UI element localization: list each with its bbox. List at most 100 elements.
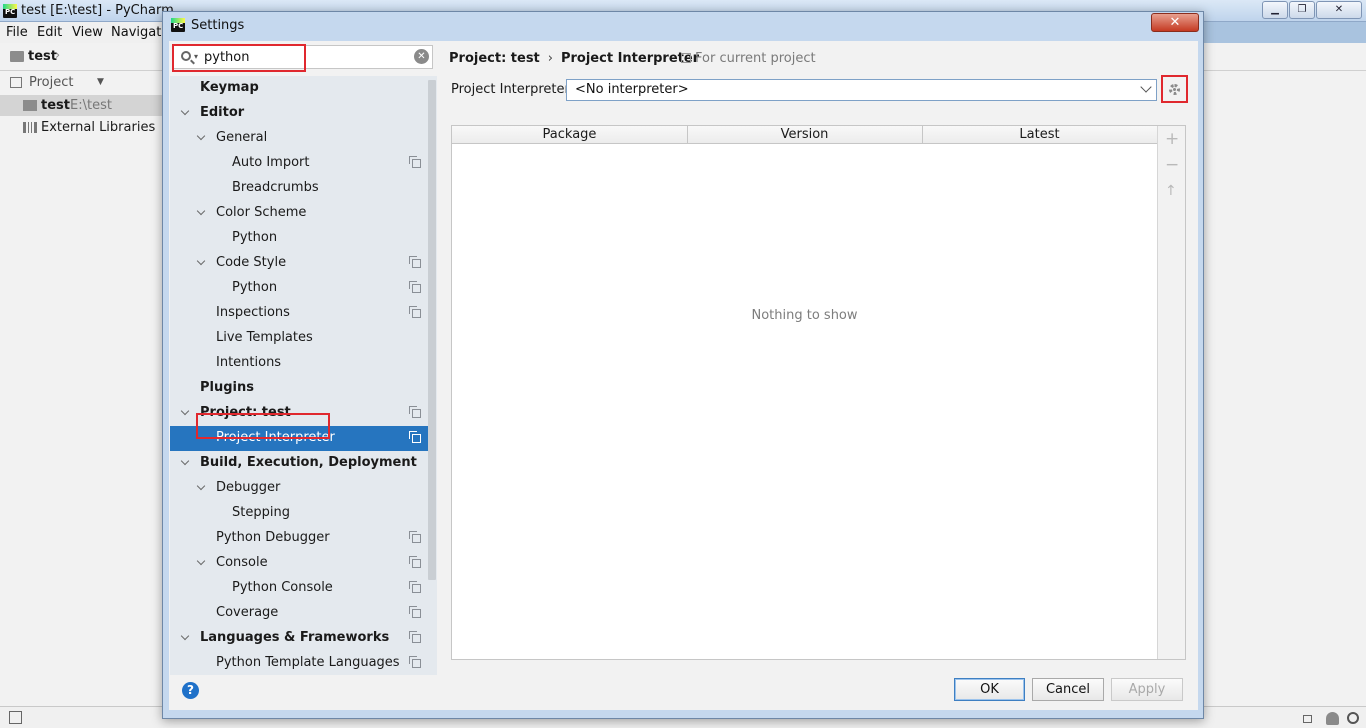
project-tree-name: External Libraries	[41, 120, 156, 135]
chevron-down-icon[interactable]	[197, 208, 206, 217]
project-level-settings-icon	[409, 431, 421, 443]
tree-item-label: Stepping	[232, 505, 290, 520]
minimize-button[interactable]: ▁	[1262, 1, 1288, 19]
tree-item-label: Python	[232, 280, 278, 295]
tree-item[interactable]: Console	[170, 551, 428, 576]
project-level-settings-icon	[409, 631, 421, 643]
chevron-down-icon[interactable]	[197, 133, 206, 142]
menu-view[interactable]: View	[72, 25, 103, 40]
tree-item[interactable]: Python Console	[170, 576, 428, 601]
apply-button[interactable]: Apply	[1111, 678, 1183, 701]
tree-item[interactable]: Python	[170, 276, 428, 301]
tree-item[interactable]: Keymap	[170, 76, 428, 101]
restore-button[interactable]: ❐	[1289, 1, 1315, 19]
project-level-settings-icon	[409, 406, 421, 418]
cancel-button[interactable]: Cancel	[1032, 678, 1104, 701]
packages-table-header: Package Version Latest	[452, 126, 1157, 144]
tree-item[interactable]: Stepping	[170, 501, 428, 526]
folder-icon	[23, 100, 37, 111]
project-level-settings-icon	[409, 581, 421, 593]
menu-navigate[interactable]: Navigate	[111, 25, 169, 40]
tree-item-label: Inspections	[216, 305, 290, 320]
tree-item[interactable]: Languages & Frameworks	[170, 626, 428, 651]
chevron-down-icon[interactable]: ▼	[97, 77, 104, 87]
tree-item[interactable]: Build, Execution, Deployment	[170, 451, 428, 476]
lock-icon[interactable]	[1303, 715, 1312, 723]
chevron-down-icon[interactable]	[181, 408, 190, 417]
tree-item[interactable]: Debugger	[170, 476, 428, 501]
project-tool-window: Project ▼ test E:\test External Librarie…	[0, 71, 163, 706]
tree-item-label: Languages & Frameworks	[200, 630, 390, 645]
tree-item[interactable]: Plugins	[170, 376, 428, 401]
inspector-icon[interactable]	[1326, 712, 1339, 725]
tree-item[interactable]: Python Template Languages	[170, 651, 428, 675]
settings-tree: Python Template Languages Languages & Fra…	[170, 76, 437, 675]
project-tree-name: test	[41, 98, 70, 113]
tree-item[interactable]: Python	[170, 226, 428, 251]
chevron-down-icon[interactable]	[197, 258, 206, 267]
tree-item[interactable]: Color Scheme	[170, 201, 428, 226]
selected-item-highlight-box	[196, 413, 330, 439]
main-window-title: test [E:\test] - PyCharm	[21, 3, 174, 18]
project-scope-icon	[681, 53, 691, 63]
library-icon	[23, 122, 37, 133]
main-close-button[interactable]: ✕	[1316, 1, 1362, 19]
scope-note-text: For current project	[695, 51, 816, 66]
dialog-title: Settings	[191, 18, 245, 33]
tree-scrollbar[interactable]	[428, 80, 436, 580]
menu-edit[interactable]: Edit	[37, 25, 62, 40]
chevron-down-icon[interactable]	[181, 633, 190, 642]
upgrade-package-icon[interactable]: ↑	[1165, 183, 1177, 199]
project-tree-row-libraries[interactable]: External Libraries	[0, 117, 162, 138]
tree-item[interactable]: Live Templates	[170, 326, 428, 351]
chevron-down-icon[interactable]	[197, 483, 206, 492]
tree-item-label: Auto Import	[232, 155, 310, 170]
toggle-tool-windows-icon[interactable]	[9, 711, 22, 724]
tree-item-label: Keymap	[200, 80, 259, 95]
menu-file[interactable]: File	[6, 25, 28, 40]
tree-item[interactable]: Breadcrumbs	[170, 176, 428, 201]
tree-item-label: Python Debugger	[216, 530, 330, 545]
tree-item[interactable]: Code Style	[170, 251, 428, 276]
tree-item[interactable]: Intentions	[170, 351, 428, 376]
column-package[interactable]: Package	[452, 127, 687, 142]
clear-search-icon[interactable]: ✕	[414, 49, 429, 64]
tree-item-label: Coverage	[216, 605, 279, 620]
project-level-settings-icon	[409, 556, 421, 568]
column-version[interactable]: Version	[687, 127, 922, 142]
tree-item-label: General	[216, 130, 268, 145]
dialog-close-button[interactable]: ✕	[1151, 13, 1199, 32]
tree-item[interactable]: Python Debugger	[170, 526, 428, 551]
interpreter-label: Project Interpreter:	[451, 82, 575, 97]
tree-item[interactable]: Editor	[170, 101, 428, 126]
tree-item[interactable]: General	[170, 126, 428, 151]
column-latest[interactable]: Latest	[922, 127, 1157, 142]
dialog-body: ▾ ✕ Python Template LanguagesLanguages &…	[169, 41, 1198, 710]
tree-item[interactable]: Coverage	[170, 601, 428, 626]
nav-project-name[interactable]: test	[28, 49, 57, 64]
tree-item[interactable]: Auto Import	[170, 151, 428, 176]
chevron-down-icon[interactable]	[197, 558, 206, 567]
interpreter-settings-button[interactable]	[1161, 75, 1188, 103]
tree-item-label: Python	[232, 230, 278, 245]
editor-area	[1202, 71, 1366, 706]
interpreter-select[interactable]: <No interpreter>	[566, 79, 1157, 101]
search-icon[interactable]	[1347, 712, 1359, 724]
chevron-down-icon[interactable]	[181, 458, 190, 467]
tree-item-label: Debugger	[216, 480, 281, 495]
project-panel-label[interactable]: Project	[29, 75, 73, 90]
tree-item-label: Console	[216, 555, 268, 570]
remove-package-icon[interactable]: −	[1165, 157, 1179, 174]
tree-item-label: Live Templates	[216, 330, 313, 345]
main-menubar: File Edit View Navigate	[0, 22, 170, 43]
add-package-icon[interactable]: +	[1165, 131, 1179, 148]
scope-note: For current project	[681, 51, 816, 66]
tree-item[interactable]: Inspections	[170, 301, 428, 326]
ok-button[interactable]: OK	[954, 678, 1025, 701]
chevron-down-icon[interactable]	[181, 108, 190, 117]
search-highlight-box	[172, 44, 306, 72]
chevron-down-icon[interactable]	[1140, 81, 1152, 93]
project-tree-row-test[interactable]: test E:\test	[0, 95, 162, 116]
help-icon[interactable]: ?	[182, 682, 199, 699]
project-level-settings-icon	[409, 606, 421, 618]
